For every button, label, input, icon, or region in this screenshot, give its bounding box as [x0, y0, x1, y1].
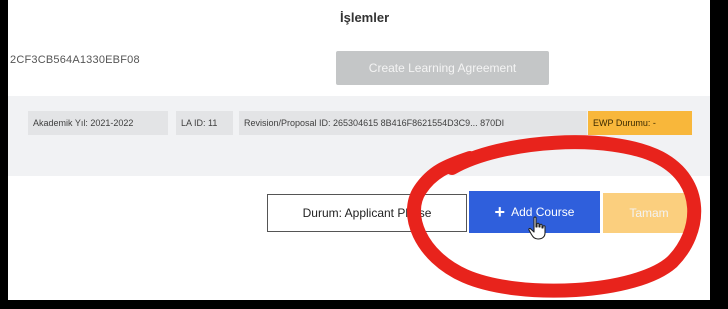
info-tags-row: Akademik Yıl: 2021-2022 LA ID: 11 Revisi…: [8, 96, 710, 176]
plus-icon: +: [494, 202, 506, 222]
agreement-id-text: 2CF3CB564A1330EBF08: [10, 54, 140, 66]
academic-year-tag: Akademik Yıl: 2021-2022: [28, 111, 168, 135]
create-learning-agreement-button[interactable]: Create Learning Agreement: [336, 51, 549, 85]
ewp-status-tag: EWP Durumu: -: [588, 111, 692, 135]
video-frame: İşlemler 2CF3CB564A1330EBF08 Create Lear…: [0, 0, 728, 309]
course-actions-row: Durum: Applicant Phase + Add Course Tama…: [8, 176, 710, 265]
agreement-row: 2CF3CB564A1330EBF08 Create Learning Agre…: [8, 38, 710, 96]
la-id-tag: LA ID: 11: [176, 111, 233, 135]
hand-cursor-icon: [528, 216, 546, 240]
actions-column-header: İşlemler: [8, 0, 710, 39]
tamam-button[interactable]: Tamam: [603, 193, 695, 233]
status-button[interactable]: Durum: Applicant Phase: [267, 194, 467, 232]
revision-id-tag: Revision/Proposal ID: 265304615 8B416F86…: [239, 111, 587, 135]
screen-area: İşlemler 2CF3CB564A1330EBF08 Create Lear…: [8, 0, 710, 300]
column-title: İşlemler: [340, 10, 390, 25]
content-area: [8, 264, 710, 300]
